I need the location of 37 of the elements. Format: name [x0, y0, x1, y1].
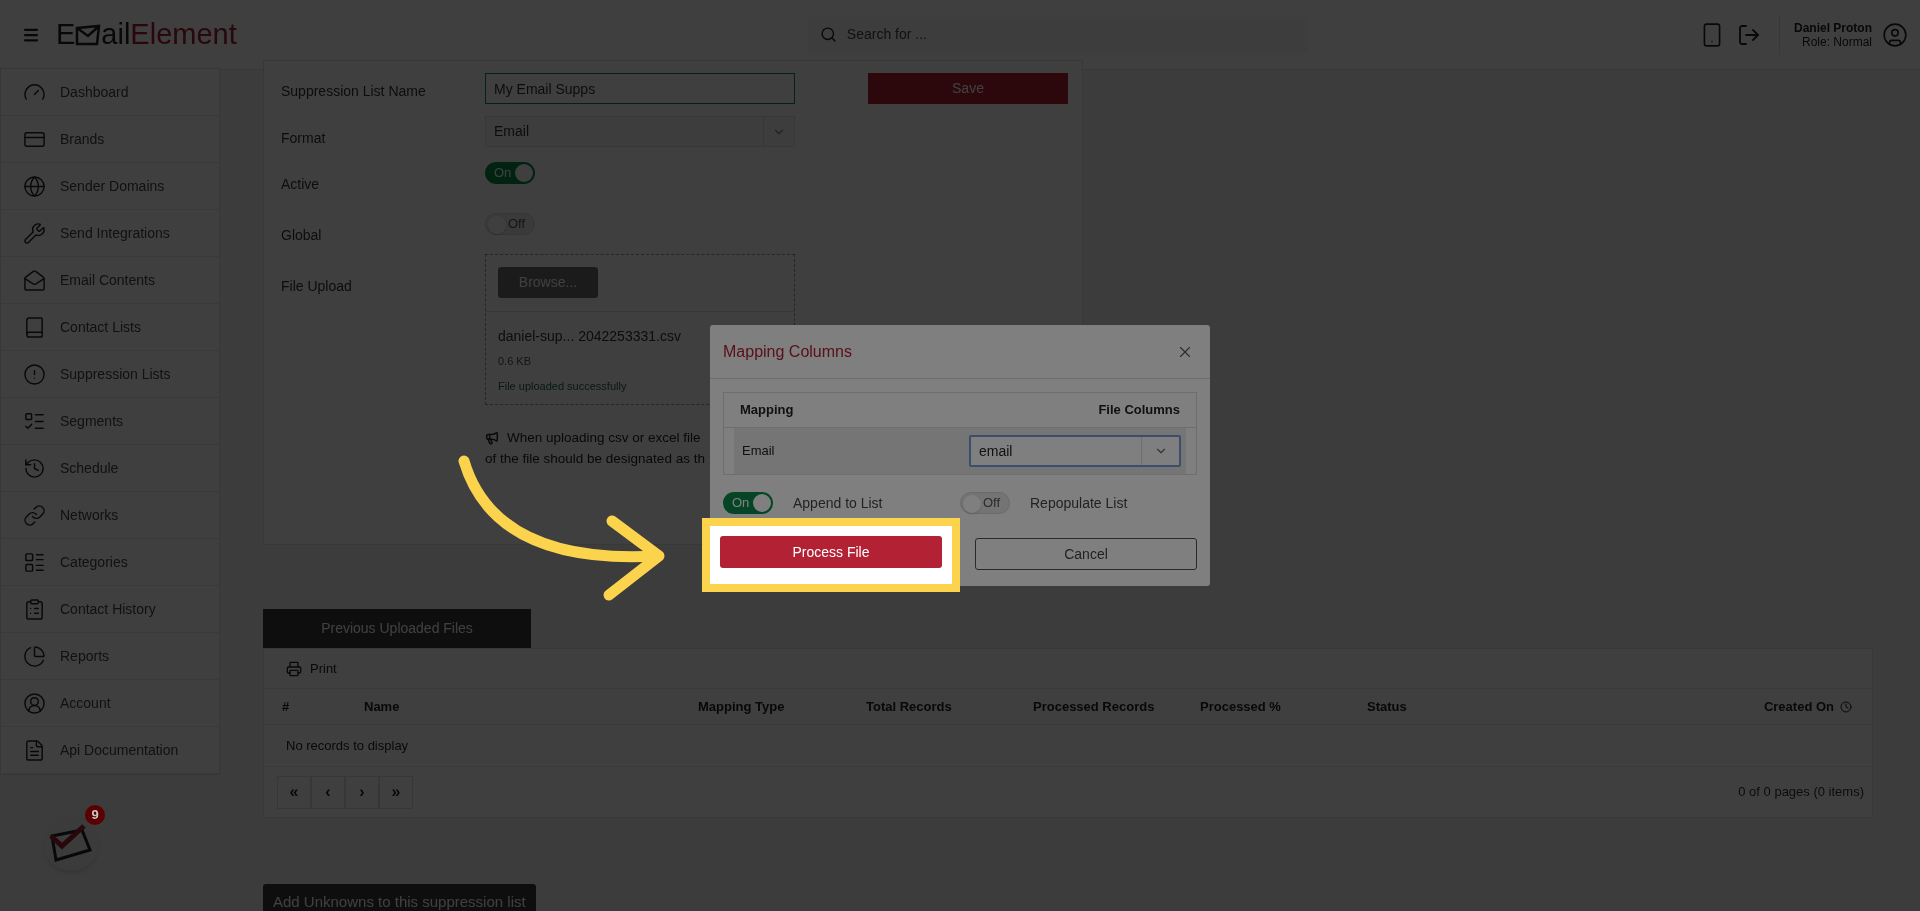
column-dropdown[interactable]: email [969, 435, 1181, 467]
cancel-button[interactable]: Cancel [975, 538, 1197, 570]
avatar-icon[interactable] [1882, 21, 1908, 48]
column-header: Mapping [740, 401, 794, 420]
globe-icon [23, 174, 46, 198]
pager-button[interactable]: ‹ [311, 775, 345, 809]
pager-button[interactable]: › [345, 775, 379, 809]
wrench-icon [23, 221, 46, 245]
pager-button[interactable]: « [277, 775, 311, 809]
user-icon [23, 691, 46, 715]
alert-icon [23, 362, 46, 386]
book-icon [23, 315, 46, 339]
process-file-button[interactable]: Process File [720, 536, 942, 568]
exit-icon[interactable] [1737, 22, 1761, 47]
toggle-label: Append to List [793, 493, 883, 513]
pie-chart-icon [23, 644, 46, 668]
clock-icon [1840, 700, 1852, 713]
toggle-switch[interactable]: Off [960, 492, 1010, 514]
printer-icon [286, 660, 302, 677]
toggle-switch[interactable]: On [723, 492, 773, 514]
envelope-check-icon [48, 824, 94, 862]
toggle-label: Repopulate List [1030, 493, 1128, 513]
clipboard-icon [23, 597, 46, 621]
mapping-cell-text: Email [742, 442, 775, 461]
layout-list-icon [23, 550, 46, 574]
document-icon [23, 738, 46, 762]
search-icon [819, 26, 837, 43]
history-icon [23, 456, 46, 480]
notification-badge: 9 [85, 805, 105, 825]
envelope-icon [23, 268, 46, 292]
column-header: File Columns [1098, 401, 1180, 420]
column-header: # [282, 698, 290, 714]
link-icon [23, 503, 46, 527]
pager-button[interactable]: » [379, 775, 413, 809]
envelope-logo-icon [75, 23, 102, 46]
dialog-title: Mapping Columns [723, 341, 852, 362]
megaphone-icon [485, 430, 499, 445]
